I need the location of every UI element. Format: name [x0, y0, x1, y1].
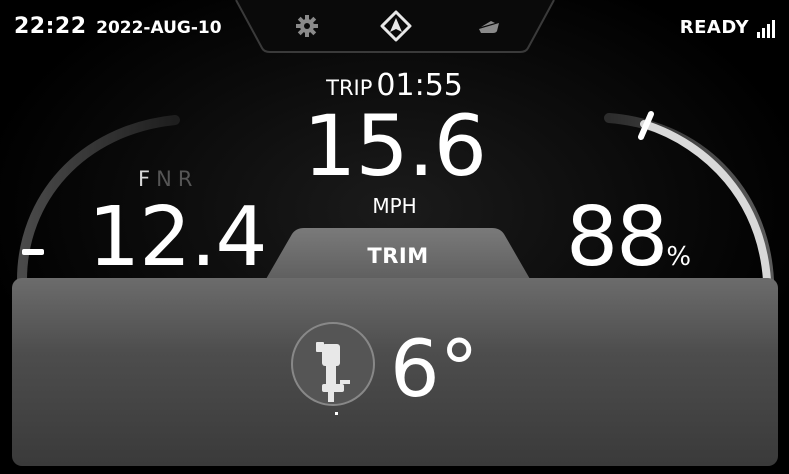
gear-forward: F — [138, 167, 157, 191]
trim-label: TRIM — [367, 244, 429, 268]
signal-bars-icon — [757, 20, 775, 38]
gear-reverse: R — [177, 167, 199, 191]
clock-time: 22:22 — [14, 14, 87, 39]
gear-neutral: N — [156, 167, 178, 191]
outboard-motor-icon — [291, 322, 375, 415]
boat-icon[interactable] — [472, 9, 506, 43]
navigation-arrow-icon[interactable] — [379, 9, 413, 43]
status-area: READY — [680, 17, 775, 38]
dashboard-screen: 22:22 2022-AUG-10 READY TRIP 01:55 15.6 … — [0, 0, 789, 474]
right-gauge-value: 88 — [566, 190, 668, 285]
right-gauge-unit: % — [666, 242, 692, 272]
clock: 22:22 2022-AUG-10 — [14, 14, 222, 39]
top-navigation — [234, 0, 556, 54]
trim-value: 6° — [390, 325, 479, 415]
clock-date: 2022-AUG-10 — [96, 18, 222, 38]
gear-indicator: FNR — [138, 167, 198, 191]
left-gauge-marker — [22, 249, 44, 255]
status-text: READY — [679, 17, 749, 38]
left-gauge-value: 12.4 — [88, 190, 268, 285]
speed-value: 15.6 — [302, 97, 487, 195]
settings-gear-icon[interactable] — [290, 9, 324, 43]
